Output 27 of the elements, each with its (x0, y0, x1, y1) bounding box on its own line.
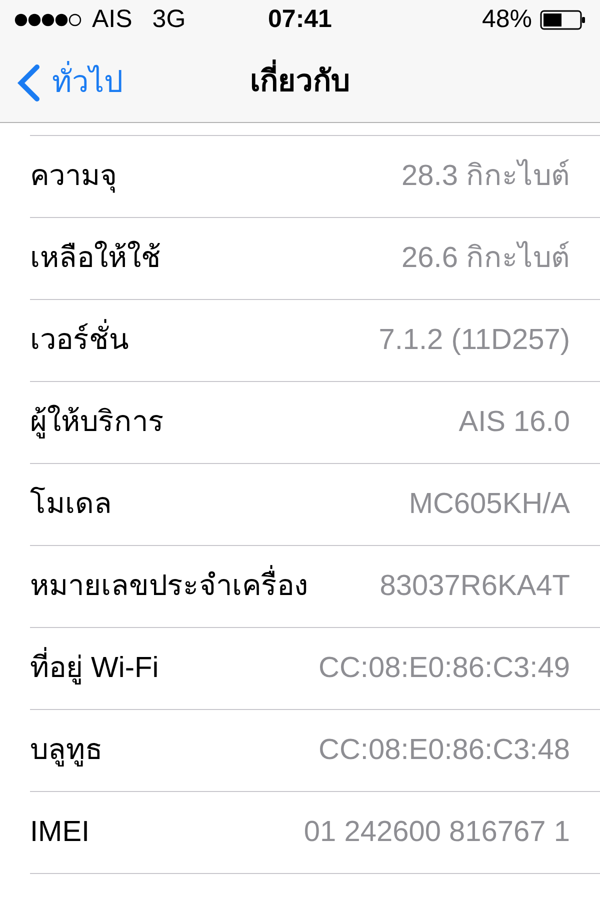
nav-title: เกี่ยวกับ (250, 58, 350, 104)
row-label: ผู้ให้บริการ (30, 404, 164, 440)
row-value: 01 242600 816767 1 (304, 814, 570, 850)
row-label: เหลือให้ใช้ (30, 240, 161, 276)
row-value: 7.1.2 (11D257) (378, 322, 570, 358)
row-label: IMEI (30, 814, 90, 850)
network-type: 3G (152, 4, 186, 36)
row-label: ความจุ (30, 158, 117, 195)
row-label: เวอร์ชั่น (30, 318, 129, 362)
battery-icon (540, 10, 586, 30)
signal-icon (14, 13, 82, 27)
row-value: MC605KH/A (408, 486, 570, 522)
row-value: CC:08:E0:86:C3:48 (318, 732, 570, 768)
row-label: โมเดล (30, 486, 112, 522)
row-value: AIS 16.0 (458, 404, 570, 440)
row-label: บลูทูธ (30, 732, 103, 768)
row-label: หมายเลขประจำเครื่อง (30, 564, 308, 608)
clock-time: 07:41 (268, 4, 332, 36)
row-value: 28.3 กิกะไบต์ (402, 158, 570, 194)
row-label: ที่อยู่ Wi-Fi (30, 646, 159, 690)
row-value: 83037R6KA4T (380, 568, 570, 604)
battery-percent: 48% (482, 4, 532, 36)
carrier-name: AIS (92, 4, 132, 36)
back-chevron-icon (16, 64, 40, 102)
back-button[interactable]: ทั่วไป (16, 60, 123, 105)
row-value: CC:08:E0:86:C3:49 (318, 650, 570, 686)
row-value: 26.6 กิกะไบต์ (402, 240, 570, 276)
